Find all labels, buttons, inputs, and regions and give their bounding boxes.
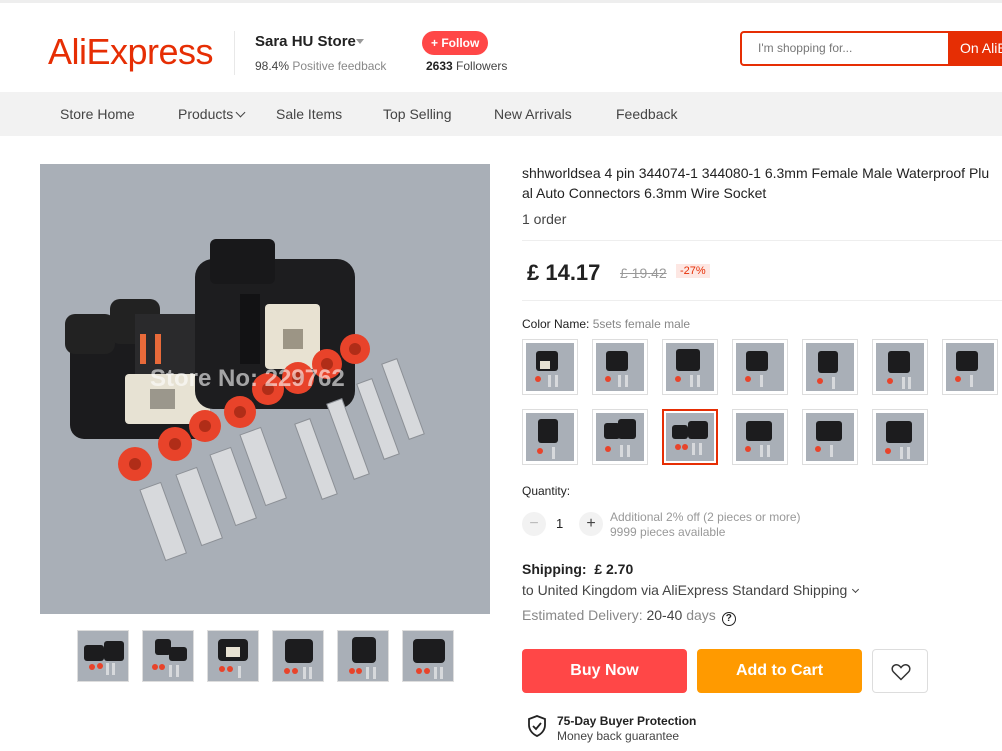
estimated-delivery-unit: days [686,607,716,623]
chevron-down-icon [235,107,246,118]
color-label-text: Color Name: [522,317,590,331]
chevron-down-icon[interactable] [356,39,364,44]
header-divider [234,31,235,75]
color-swatch-3[interactable] [662,339,718,395]
thumbnail-4[interactable] [272,630,324,682]
color-selected-value: 5sets female male [592,317,691,331]
thumbnail-3[interactable] [207,630,259,682]
shipping-label: Shipping: [522,561,587,577]
thumbnail-2[interactable] [142,630,194,682]
feedback-percent: 98.4% [255,59,290,73]
wishlist-button[interactable] [872,649,928,693]
color-swatch-12[interactable] [802,409,858,465]
divider [522,240,1002,241]
store-header: AliExpress Sara HU Store 98.4% Positive … [0,0,1002,92]
quantity-available: 9999 pieces available [610,525,726,539]
quantity-input[interactable]: 1 [556,516,563,531]
divider [522,300,1002,301]
followers-label: Followers [456,59,508,73]
estimated-delivery-label: Estimated Delivery: [522,607,643,623]
followers-number: 2633 [426,59,453,73]
followers-count: 2633 Followers [426,59,507,73]
quantity-label: Quantity: [522,484,571,498]
search-input[interactable]: I'm shopping for... [758,41,852,55]
quantity-increase-button[interactable]: + [579,512,603,536]
color-swatch-6[interactable] [872,339,928,395]
color-swatch-1[interactable] [522,339,578,395]
store-feedback: 98.4% Positive feedback [255,59,386,73]
feedback-label: Positive feedback [292,59,387,73]
shield-check-icon [528,715,546,737]
original-price: £ 19.42 [620,265,667,281]
nav-feedback[interactable]: Feedback [616,106,677,122]
color-swatch-13[interactable] [872,409,928,465]
follow-button[interactable]: + Follow [422,31,489,55]
nav-products-label: Products [178,106,234,122]
estimated-delivery-value: 20-40 [646,607,683,623]
nav-top-selling[interactable]: Top Selling [383,106,452,122]
current-price: £ 14.17 [527,260,601,285]
color-label: Color Name: 5sets female male [522,317,690,331]
product-title: shhworldsea 4 pin 344074-1 344080-1 6.3m… [522,163,1002,203]
nav-sale-items[interactable]: Sale Items [276,106,342,122]
quantity-offer: Additional 2% off (2 pieces or more) [610,510,801,524]
help-icon[interactable]: ? [721,612,736,626]
buyer-protection-title: 75-Day Buyer Protection [557,714,697,728]
aliexpress-logo[interactable]: AliExpress [48,31,214,73]
quantity-decrease-button[interactable]: − [522,512,546,536]
shipping-price: Shipping: £ 2.70 [522,561,633,577]
color-swatch-7[interactable] [942,339,998,395]
color-swatch-5[interactable] [802,339,858,395]
color-swatch-2[interactable] [592,339,648,395]
store-nav: Store Home Products Sale Items Top Selli… [0,92,1002,136]
estimated-delivery: Estimated Delivery: 20-40 days? [522,607,736,626]
thumbnail-1[interactable] [77,630,129,682]
order-count: 1 order [522,211,567,227]
buyer-protection-subtitle: Money back guarantee [557,729,680,743]
search-button[interactable]: On AliE [948,31,1002,66]
quantity-info: Additional 2% off (2 pieces or more) 999… [610,510,801,540]
shipping-method-selector[interactable]: to United Kingdom via AliExpress Standar… [522,582,860,598]
thumbnail-6[interactable] [402,630,454,682]
thumbnail-5[interactable] [337,630,389,682]
buy-now-button[interactable]: Buy Now [522,649,687,693]
nav-store-home[interactable]: Store Home [60,106,135,122]
color-swatch-10-selected[interactable] [662,409,718,465]
store-watermark: Store No: 229762 [150,365,345,392]
main-product-image[interactable]: Store No: 229762 [40,164,490,614]
color-swatch-8[interactable] [522,409,578,465]
color-swatch-11[interactable] [732,409,788,465]
shipping-method-text: to United Kingdom via AliExpress Standar… [522,582,848,598]
shipping-amount: £ 2.70 [594,561,634,577]
nav-products[interactable]: Products [178,106,246,122]
product-title-line-1: shhworldsea 4 pin 344074-1 344080-1 6.3m… [522,165,990,181]
chevron-down-icon [852,585,860,594]
color-swatch-4[interactable] [732,339,788,395]
product-title-line-2: al Auto Connectors 6.3mm Wire Socket [522,185,767,201]
heart-icon [891,664,911,681]
nav-new-arrivals[interactable]: New Arrivals [494,106,572,122]
discount-badge: -27% [676,264,710,278]
add-to-cart-button[interactable]: Add to Cart [697,649,862,693]
store-name-link[interactable]: Sara HU Store [255,33,356,50]
color-swatch-9[interactable] [592,409,648,465]
